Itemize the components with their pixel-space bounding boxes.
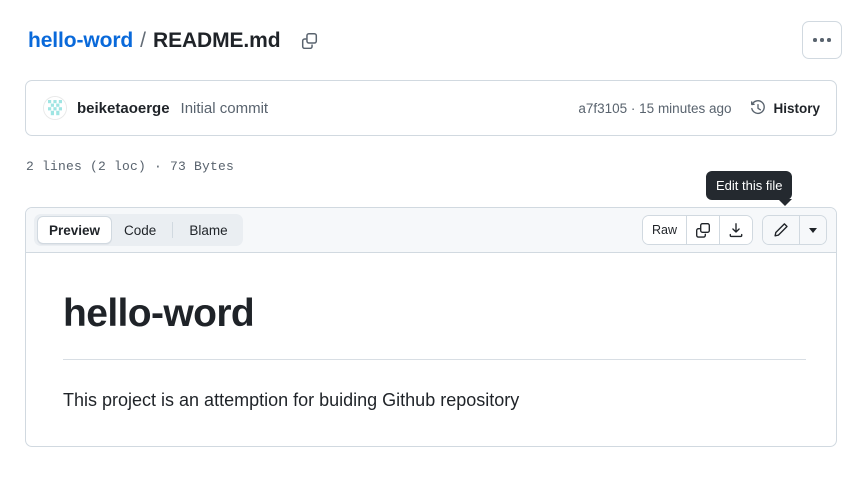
- copy-icon: [695, 222, 711, 238]
- breadcrumb-repo-link[interactable]: hello-word: [28, 30, 133, 51]
- file-toolbar: Preview Code Blame Raw: [26, 208, 836, 253]
- download-raw-button[interactable]: [720, 216, 752, 244]
- file-header: hello-word / README.md: [0, 0, 861, 80]
- edit-options-dropdown-button[interactable]: [799, 216, 826, 244]
- copy-raw-content-button[interactable]: [687, 216, 720, 244]
- edit-file-group: [762, 215, 827, 245]
- github-file-view: hello-word / README.md beiketaoerge Init…: [0, 0, 861, 501]
- markdown-preview: hello-word This project is an attemption…: [26, 253, 836, 414]
- file-content-panel: Preview Code Blame Raw hello-word This p…: [25, 207, 837, 447]
- breadcrumb-separator: /: [140, 28, 147, 52]
- latest-commit-box: beiketaoerge Initial commit a7f3105 · 15…: [25, 80, 837, 136]
- history-link[interactable]: History: [750, 100, 820, 116]
- commit-author-name[interactable]: beiketaoerge: [77, 100, 170, 117]
- tab-blame[interactable]: Blame: [177, 217, 239, 243]
- markdown-heading-rule: [63, 358, 806, 360]
- more-options-button[interactable]: [802, 21, 842, 59]
- tab-code[interactable]: Code: [112, 217, 168, 243]
- markdown-paragraph: This project is an attemption for buidin…: [63, 389, 520, 410]
- chevron-down-icon: [809, 227, 817, 233]
- tab-preview[interactable]: Preview: [37, 216, 113, 244]
- breadcrumb: hello-word / README.md: [28, 29, 320, 51]
- segment-divider: [172, 222, 174, 238]
- edit-tooltip: Edit this file: [706, 171, 793, 206]
- view-mode-segmented-control: Preview Code Blame: [34, 214, 243, 246]
- edit-file-button[interactable]: [763, 216, 799, 244]
- commit-sha-and-time[interactable]: a7f3105 · 15 minutes ago: [578, 101, 731, 116]
- edit-tooltip-text: Edit this file: [716, 178, 783, 193]
- raw-copy-download-group: Raw: [641, 215, 753, 245]
- avatar[interactable]: [43, 96, 67, 120]
- commit-author-area: beiketaoerge Initial commit: [43, 96, 268, 120]
- copy-path-icon[interactable]: [298, 29, 320, 51]
- markdown-heading: hello-word: [63, 292, 255, 335]
- toolbar-actions: Raw: [641, 215, 827, 245]
- commit-meta-area: a7f3105 · 15 minutes ago History: [578, 100, 820, 116]
- download-icon: [728, 222, 744, 238]
- pencil-icon: [773, 222, 789, 238]
- history-label: History: [773, 100, 820, 116]
- history-clock-icon: [750, 100, 766, 116]
- kebab-icon: [813, 38, 831, 42]
- breadcrumb-filename: README.md: [153, 28, 281, 52]
- commit-message[interactable]: Initial commit: [181, 100, 269, 117]
- raw-button[interactable]: Raw: [642, 216, 687, 244]
- file-size-info: 2 lines (2 loc) · 73 Bytes: [26, 159, 235, 174]
